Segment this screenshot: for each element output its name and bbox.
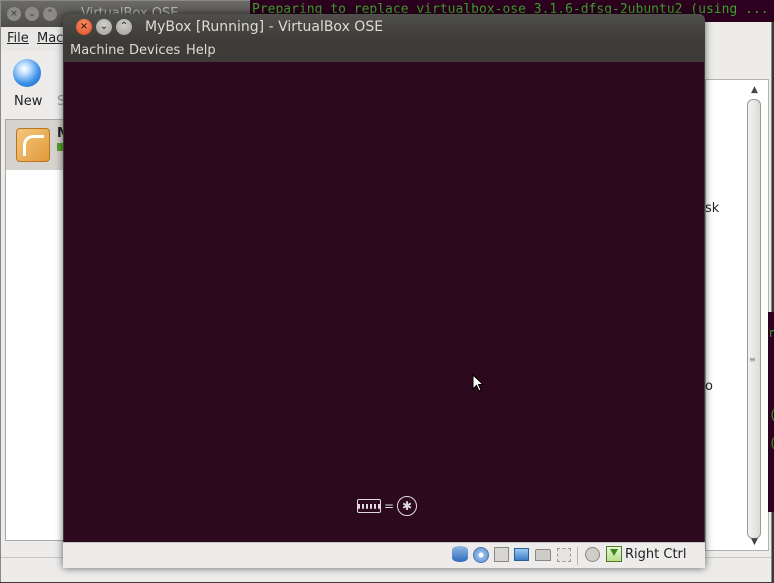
terminal-glyph: ( bbox=[769, 436, 774, 450]
scroll-down-icon[interactable]: ▼ bbox=[751, 537, 758, 547]
floppy-icon[interactable] bbox=[494, 547, 509, 562]
vm-os-icon bbox=[16, 128, 50, 162]
close-icon[interactable]: × bbox=[76, 19, 92, 35]
usb-icon[interactable] bbox=[557, 548, 571, 562]
scrollbar-grip-icon: ≡ bbox=[749, 355, 756, 364]
details-scrollbar[interactable]: ▲ ≡ ▼ bbox=[745, 85, 763, 549]
hard-disk-icon[interactable] bbox=[452, 546, 468, 562]
vm-window-title: MyBox [Running] - VirtualBox OSE bbox=[145, 19, 384, 35]
details-text: sk bbox=[705, 201, 720, 216]
terminal-glyph: ( bbox=[769, 408, 774, 422]
statusbar-separator bbox=[577, 547, 578, 565]
vm-list[interactable] bbox=[5, 119, 67, 541]
vm-titlebar[interactable]: × ⌄ ⌃ MyBox [Running] - VirtualBox OSE bbox=[63, 14, 705, 42]
accessibility-person-icon: ✱ bbox=[397, 496, 418, 516]
cd-dvd-icon[interactable] bbox=[473, 547, 489, 563]
network-icon[interactable] bbox=[514, 548, 529, 561]
menu-file[interactable]: File bbox=[7, 31, 29, 46]
maximize-icon[interactable]: ⌃ bbox=[116, 19, 132, 35]
menu-machine[interactable]: Machine bbox=[70, 43, 124, 58]
terminal-glyph: n bbox=[769, 326, 774, 340]
new-vm-icon[interactable] bbox=[13, 59, 41, 87]
scroll-up-icon[interactable]: ▲ bbox=[751, 85, 758, 95]
accessibility-indicator[interactable]: = ✱ bbox=[357, 496, 418, 516]
manager-close-icon[interactable]: × bbox=[7, 7, 21, 21]
accessibility-eq: = bbox=[384, 499, 395, 513]
manager-minimize-icon[interactable]: ⌄ bbox=[25, 7, 39, 21]
vm-statusbar: Right Ctrl bbox=[63, 542, 705, 568]
vm-window: × ⌄ ⌃ MyBox [Running] - VirtualBox OSE M… bbox=[63, 14, 705, 568]
shared-folders-icon[interactable] bbox=[535, 549, 551, 561]
new-vm-button-label[interactable]: New bbox=[14, 94, 42, 109]
minimize-icon[interactable]: ⌄ bbox=[96, 19, 112, 35]
manager-maximize-icon[interactable]: ⌃ bbox=[43, 7, 57, 21]
scrollbar-thumb[interactable] bbox=[747, 99, 761, 539]
vm-menubar: Machine Devices Help bbox=[63, 42, 705, 62]
menu-help[interactable]: Help bbox=[186, 43, 216, 58]
keyboard-icon bbox=[357, 499, 381, 513]
details-text: o bbox=[705, 379, 713, 394]
mouse-integration-icon[interactable] bbox=[585, 547, 600, 562]
mouse-pointer-icon bbox=[472, 373, 485, 392]
menu-devices[interactable]: Devices bbox=[129, 43, 180, 58]
host-key-icon bbox=[606, 546, 622, 562]
host-key-label: Right Ctrl bbox=[625, 547, 687, 562]
manager-menubar: File Mach bbox=[1, 27, 72, 51]
guest-display[interactable]: = ✱ bbox=[64, 62, 704, 542]
